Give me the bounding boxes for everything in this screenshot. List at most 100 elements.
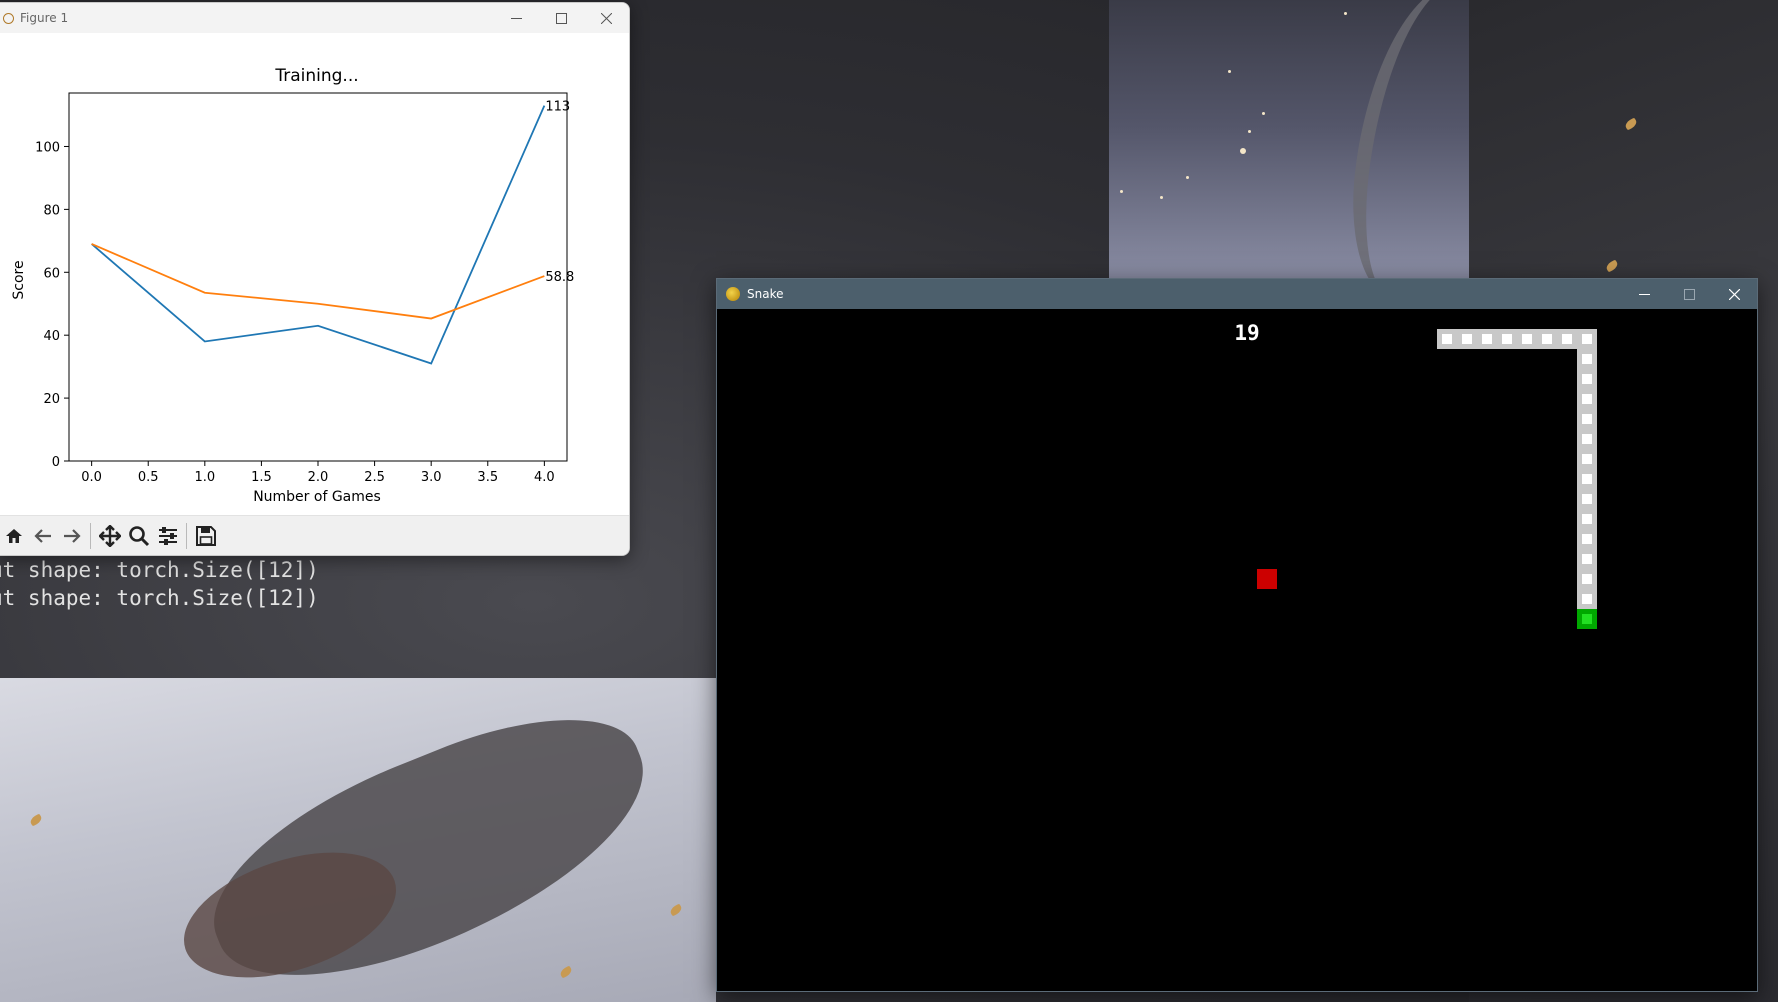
chart-title: Training... <box>274 66 358 86</box>
snake-body-segment <box>1577 589 1597 609</box>
x-tick-label: 3.5 <box>477 470 498 485</box>
close-button[interactable] <box>1712 279 1757 309</box>
snake-body-segment <box>1577 409 1597 429</box>
snake-body-segment <box>1577 389 1597 409</box>
back-button[interactable] <box>28 521 57 551</box>
figure-plot-area: Training... 0.0 0.5 1.0 1.5 2.0 2.5 3.0 3.5 4.0 … <box>0 33 629 515</box>
x-tick-label: 3.0 <box>421 470 442 485</box>
terminal-output: ut shape: torch.Size([12]) ut shape: tor… <box>0 556 319 612</box>
minimize-button[interactable] <box>494 3 539 33</box>
wallpaper-sparkle <box>1248 130 1251 133</box>
snake-body-segment <box>1577 449 1597 469</box>
chart-x-label: Number of Games <box>253 489 381 505</box>
game-score: 19 <box>1234 321 1260 345</box>
chart-plot-frame <box>68 92 568 462</box>
wallpaper-sparkle <box>1186 176 1189 179</box>
forward-button[interactable] <box>57 521 86 551</box>
snake-window-controls <box>1622 279 1757 309</box>
x-tick-label: 1.5 <box>251 470 272 485</box>
maximize-icon <box>556 12 567 24</box>
x-tick-label: 4.0 <box>534 470 555 485</box>
snake-body-segment <box>1517 329 1537 349</box>
wallpaper-sparkle <box>1228 70 1231 73</box>
save-button[interactable] <box>191 521 220 551</box>
snake-body-segment <box>1577 469 1597 489</box>
pan-button[interactable] <box>95 521 124 551</box>
snake-titlebar[interactable]: Snake <box>717 279 1757 309</box>
wallpaper-sparkle <box>1160 196 1163 199</box>
figure-window-controls <box>494 3 629 33</box>
snake-body-segment <box>1577 329 1597 349</box>
snake-window-title: Snake <box>747 287 784 301</box>
snake-body-segment <box>1577 549 1597 569</box>
chart-axes <box>68 92 568 462</box>
snake-body-segment <box>1437 329 1457 349</box>
x-tick-label: 1.0 <box>194 470 215 485</box>
snake-body-segment <box>1577 349 1597 369</box>
home-icon <box>5 529 22 543</box>
snake-window[interactable]: Snake 19 <box>716 278 1758 992</box>
x-tick-label: 2.0 <box>308 470 329 485</box>
y-tick-label: 60 <box>43 266 60 281</box>
toolbar-separator <box>186 523 187 549</box>
close-icon <box>601 12 612 24</box>
y-tick-label: 40 <box>43 329 60 344</box>
wallpaper-sparkle <box>1240 148 1246 154</box>
wallpaper-sparkle <box>1120 190 1123 193</box>
figure-window-title: Figure 1 <box>20 11 69 25</box>
snake-body-segment <box>1577 509 1597 529</box>
x-tick-label: 2.5 <box>364 470 385 485</box>
close-button[interactable] <box>584 3 629 33</box>
y-tick-label: 80 <box>43 203 60 218</box>
wallpaper-sparkle <box>1262 112 1265 115</box>
terminal-line: ut shape: torch.Size([12]) <box>0 586 319 610</box>
snake-body-segment <box>1557 329 1577 349</box>
zoom-button[interactable] <box>124 521 153 551</box>
snake-game-canvas[interactable]: 19 <box>717 309 1757 991</box>
snake-body-segment <box>1577 429 1597 449</box>
figure-titlebar[interactable]: Figure 1 <box>0 3 629 33</box>
snake-head <box>1577 609 1597 629</box>
y-tick-label: 0 <box>52 455 60 470</box>
y-tick-label: 20 <box>43 392 60 407</box>
configure-subplots-icon <box>158 527 177 545</box>
save-icon <box>195 526 216 546</box>
minimize-icon <box>1639 293 1650 295</box>
toolbar-separator <box>90 523 91 549</box>
x-tick-label: 0.0 <box>81 470 102 485</box>
snake-body-segment <box>1577 369 1597 389</box>
snake-body-segment <box>1577 569 1597 589</box>
snake-body-segment <box>1497 329 1517 349</box>
maximize-button[interactable] <box>539 3 584 33</box>
snake-body-segment <box>1537 329 1557 349</box>
figure-window[interactable]: Figure 1 Training... 0.0 0.5 1.0 1.5 2.0 2.5 3… <box>0 2 630 556</box>
forward-icon <box>63 529 81 543</box>
home-button[interactable] <box>0 521 28 551</box>
data-label: 58.8 <box>545 270 574 285</box>
zoom-icon <box>128 526 149 547</box>
close-icon <box>1729 288 1740 300</box>
snake-body-segment <box>1577 489 1597 509</box>
configure-subplots-button[interactable] <box>153 521 182 551</box>
terminal-line: ut shape: torch.Size([12]) <box>0 558 319 582</box>
pan-icon <box>98 525 121 547</box>
snake-body-segment <box>1577 529 1597 549</box>
chart-x-ticks: 0.0 0.5 1.0 1.5 2.0 2.5 3.0 3.5 4.0 <box>81 461 555 485</box>
y-tick-label: 100 <box>35 140 60 155</box>
minimize-icon <box>511 17 522 19</box>
x-tick-label: 0.5 <box>138 470 159 485</box>
maximize-icon <box>1684 288 1695 300</box>
back-icon <box>33 529 51 543</box>
data-label: 113 <box>545 100 570 115</box>
food-block <box>1257 569 1277 589</box>
maximize-button[interactable] <box>1667 279 1712 309</box>
figure-toolbar <box>0 515 629 555</box>
snake-body-segment <box>1477 329 1497 349</box>
wallpaper-sparkle <box>1344 12 1347 15</box>
matplotlib-app-icon <box>2 12 14 24</box>
training-chart: Training... 0.0 0.5 1.0 1.5 2.0 2.5 3.0 3.5 4.0 … <box>11 66 574 505</box>
pygame-snake-icon <box>726 287 740 301</box>
minimize-button[interactable] <box>1622 279 1667 309</box>
chart-y-ticks: 0 20 40 60 80 100 <box>35 140 69 470</box>
snake-body-segment <box>1457 329 1477 349</box>
